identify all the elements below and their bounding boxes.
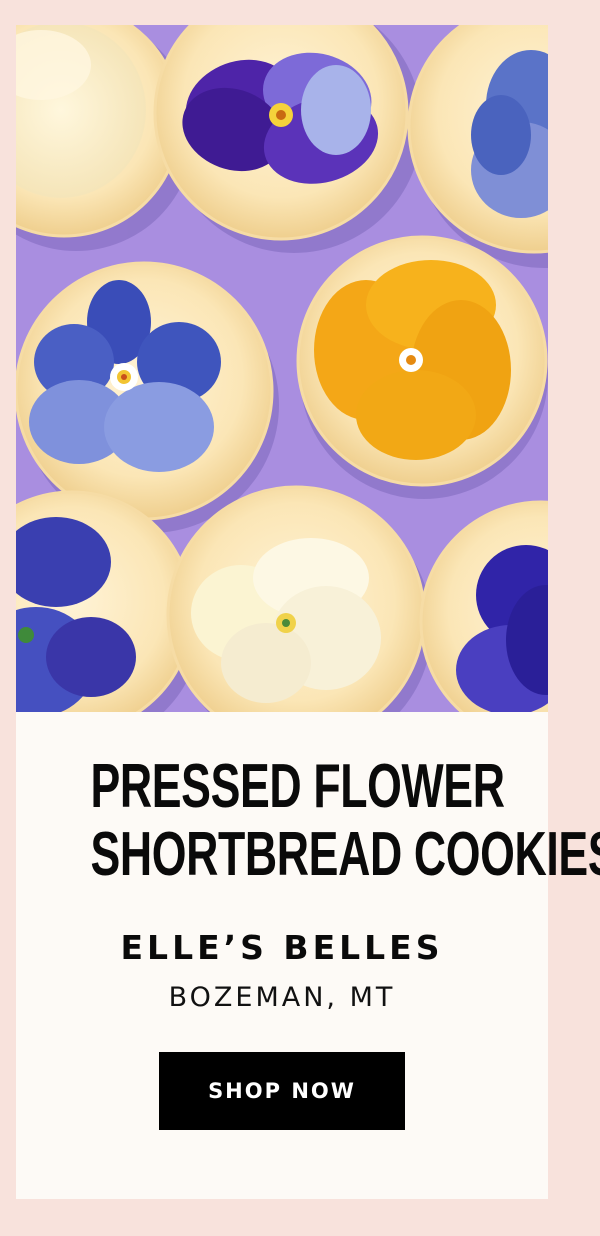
product-title: PRESSED FLOWER SHORTBREAD COOKIES [90,752,600,889]
shop-now-button[interactable]: SHOP NOW [159,1052,405,1130]
brand-name: ELLE’S BELLES [120,928,444,967]
brand-location: BOZEMAN, MT [168,982,396,1013]
product-title-line-1: PRESSED FLOWER [90,752,505,821]
cookie-photo[interactable] [16,25,548,712]
product-title-line-2: SHORTBREAD COOKIES [90,820,600,889]
product-card: PRESSED FLOWER SHORTBREAD COOKIES ELLE’S… [16,25,600,1199]
